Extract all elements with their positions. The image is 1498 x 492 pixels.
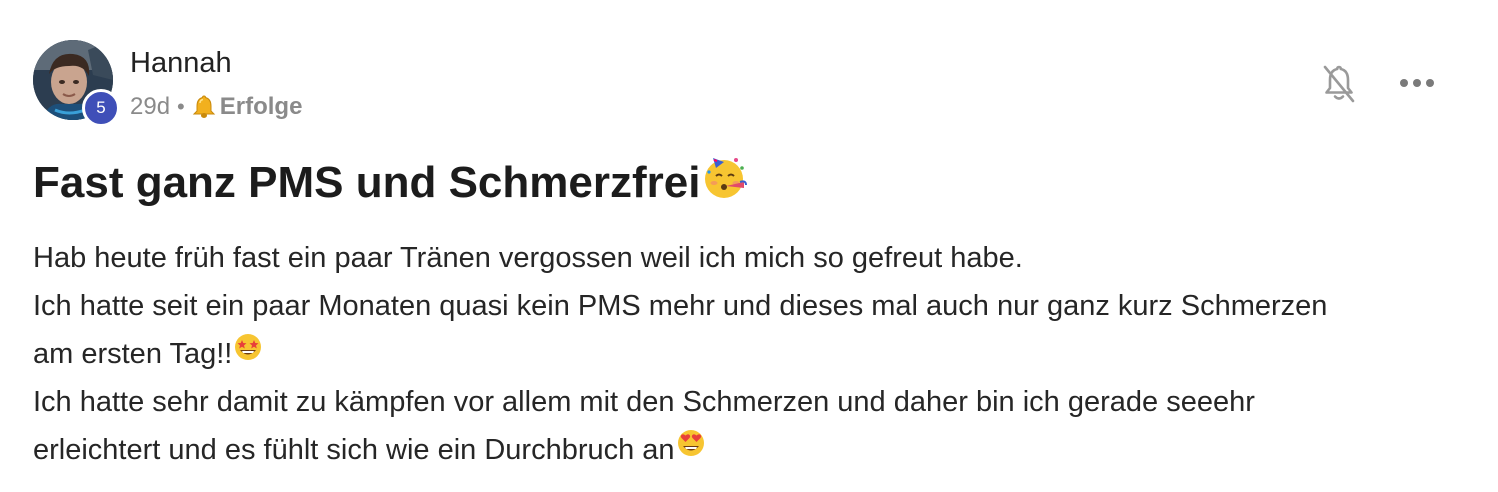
level-badge: 5 <box>82 89 120 127</box>
post-body: Hab heute früh fast ein paar Tränen verg… <box>33 234 1473 474</box>
body-line: Hab heute früh fast ein paar Tränen verg… <box>33 234 1473 282</box>
more-options-button[interactable] <box>1396 70 1438 98</box>
body-line: Ich hatte seit ein paar Monaten quasi ke… <box>33 282 1473 330</box>
body-line: am ersten Tag!! <box>33 330 1473 378</box>
body-line-text: Ich hatte seit ein paar Monaten quasi ke… <box>33 290 1328 322</box>
author-avatar-container[interactable]: 5 <box>33 40 120 127</box>
post-meta: 29d • Erfolge <box>130 91 302 123</box>
heart-eyes-emoji-icon <box>675 426 707 474</box>
more-horizontal-icon <box>1399 75 1435 93</box>
body-line-text: Ich hatte sehr damit zu kämpfen vor alle… <box>33 386 1255 418</box>
post-card: 5 Hannah 29d • Erfolge Fast ganz PMS und… <box>0 0 1498 492</box>
star-struck-emoji-icon <box>232 330 264 378</box>
body-line-text: am ersten Tag!! <box>33 338 233 370</box>
body-line-text: erleichtert und es fühlt sich wie ein Du… <box>33 434 675 466</box>
category-label[interactable]: Erfolge <box>220 93 303 121</box>
post-age: 29d <box>130 93 171 120</box>
mute-notifications-button[interactable] <box>1319 62 1359 106</box>
author-name[interactable]: Hannah <box>130 46 232 80</box>
body-line-text: Hab heute früh fast ein paar Tränen verg… <box>33 242 1023 274</box>
meta-separator: • <box>177 94 185 119</box>
bell-icon <box>192 94 216 120</box>
post-title: Fast ganz PMS und Schmerzfrei <box>33 158 701 207</box>
partying-face-emoji-icon <box>700 152 748 214</box>
body-line: Ich hatte sehr damit zu kämpfen vor alle… <box>33 378 1473 426</box>
body-line: erleichtert und es fühlt sich wie ein Du… <box>33 426 1473 474</box>
post-title-container: Fast ganz PMS und Schmerzfrei <box>33 152 748 214</box>
bell-slash-icon <box>1319 65 1359 110</box>
